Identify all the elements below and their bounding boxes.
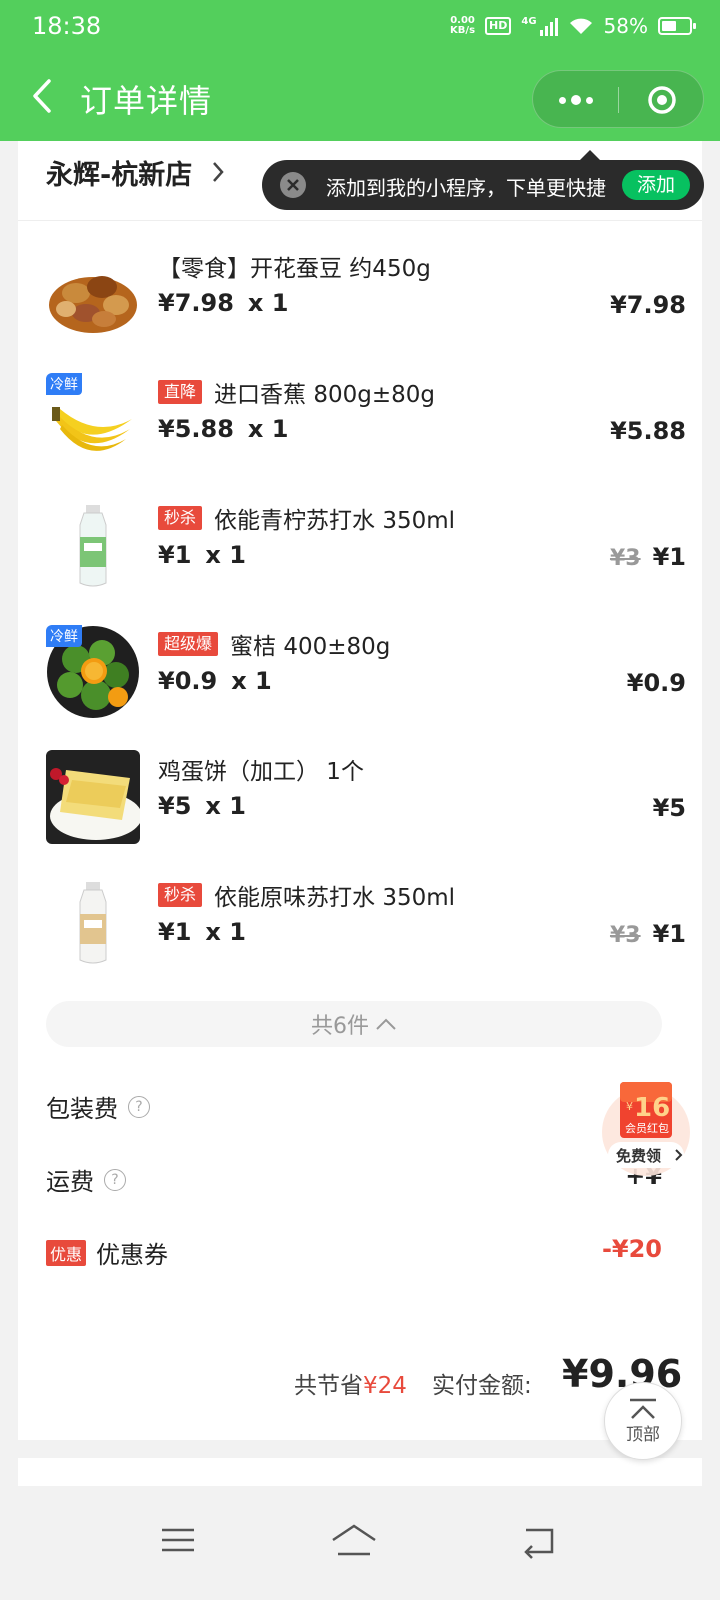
tooltip-close-button[interactable] bbox=[280, 172, 306, 198]
chevron-up-icon bbox=[376, 1018, 396, 1030]
shipping-fee-label: 运费 bbox=[46, 1168, 94, 1196]
promo-tag: 秒杀 bbox=[158, 883, 203, 907]
page-title: 订单详情 bbox=[80, 82, 213, 120]
network-speed-unit: KB/s bbox=[450, 25, 476, 36]
order-item: 【零食】开花蚕豆 约450g ¥7.98 x 1 ¥7.98 bbox=[46, 247, 686, 357]
item-unit-price: ¥5 x 1 bbox=[158, 792, 246, 820]
tooltip-text: 添加到我的小程序，下单更快捷 bbox=[326, 176, 606, 200]
item-image-egg-pancake bbox=[46, 750, 140, 844]
menu-icon bbox=[162, 1528, 194, 1552]
hd-icon: HD bbox=[485, 17, 512, 35]
signal-icon: 4G bbox=[521, 16, 558, 36]
item-unit-price: ¥7.98 x 1 bbox=[158, 289, 289, 317]
status-time: 18:38 bbox=[32, 12, 102, 40]
item-name: 超级爆 蜜桔 400±80g bbox=[158, 627, 390, 661]
order-item: 冷鲜 超级爆 蜜桔 400±80g ¥0.9 x 1 ¥0.9 bbox=[46, 625, 686, 735]
mini-program-capsule bbox=[532, 70, 704, 128]
status-bar: 18:38 0.00 KB/s HD 4G 58% bbox=[0, 0, 720, 56]
total-savings: 共节省¥24 bbox=[294, 1373, 407, 1399]
back-system-button[interactable] bbox=[518, 1520, 558, 1560]
target-close-icon bbox=[648, 86, 676, 114]
item-image-banana: 冷鲜 bbox=[46, 373, 140, 467]
more-dots-icon bbox=[559, 96, 566, 104]
packaging-fee-label: 包装费 bbox=[46, 1095, 118, 1123]
item-name: 秒杀 依能原味苏打水 350ml bbox=[158, 878, 455, 912]
original-price: ¥3 bbox=[609, 923, 641, 948]
red-packet-amount: 16 bbox=[634, 1093, 670, 1123]
coupon-badge: 优惠 bbox=[46, 1239, 87, 1266]
item-total: ¥5.88 bbox=[610, 417, 686, 445]
item-image-original-soda bbox=[46, 876, 140, 970]
back-to-top-button[interactable]: 顶部 bbox=[604, 1382, 682, 1460]
original-price: ¥3 bbox=[609, 546, 641, 571]
nav-bar: 订单详情 bbox=[0, 56, 720, 141]
wifi-icon bbox=[569, 18, 592, 34]
system-nav-bar bbox=[0, 1486, 720, 1600]
red-packet-cta: 免费领 bbox=[616, 1147, 661, 1165]
item-name: 秒杀 依能青柠苏打水 350ml bbox=[158, 501, 455, 535]
item-total: ¥3 ¥1 bbox=[609, 543, 686, 571]
member-red-packet-float[interactable]: ¥ 16 会员红包 免费领 bbox=[596, 1080, 696, 1180]
promo-tag: 超级爆 bbox=[158, 632, 219, 656]
order-item: 秒杀 依能原味苏打水 350ml ¥1 x 1 ¥3 ¥1 bbox=[46, 876, 686, 986]
status-icons: 0.00 KB/s HD 4G 58% bbox=[450, 14, 696, 38]
order-item: 秒杀 依能青柠苏打水 350ml ¥1 x 1 ¥3 ¥1 bbox=[46, 499, 686, 609]
cold-fresh-tag: 冷鲜 bbox=[46, 373, 82, 395]
item-unit-price: ¥0.9 x 1 bbox=[158, 667, 272, 695]
menu-button[interactable] bbox=[158, 1520, 198, 1560]
help-icon[interactable]: ? bbox=[128, 1095, 150, 1118]
payment-summary: 共节省¥24 实付金额: ¥9.96 bbox=[18, 1306, 702, 1440]
home-icon bbox=[332, 1524, 376, 1556]
item-unit-price: ¥1 x 1 bbox=[158, 541, 246, 569]
home-button[interactable] bbox=[330, 1520, 378, 1560]
item-image-fava-beans bbox=[46, 247, 140, 341]
item-name: 直降 进口香蕉 800g±80g bbox=[158, 375, 435, 409]
order-item: 冷鲜 直降 进口香蕉 800g±80g ¥5.88 x 1 ¥5.88 bbox=[46, 373, 686, 483]
item-name: 【零食】开花蚕豆 约450g bbox=[158, 256, 431, 282]
help-icon[interactable]: ? bbox=[104, 1168, 126, 1191]
item-total: ¥0.9 bbox=[626, 669, 686, 697]
promo-tag: 秒杀 bbox=[158, 506, 203, 530]
close-icon bbox=[287, 179, 299, 191]
coupon-label: 优惠券 bbox=[96, 1241, 169, 1269]
item-count-label: 共6件 bbox=[311, 1014, 369, 1039]
coupon-value: -¥20 bbox=[601, 1235, 662, 1263]
paid-amount-label: 实付金额: bbox=[432, 1373, 532, 1399]
item-total: ¥7.98 bbox=[610, 291, 686, 319]
item-image-mandarin: 冷鲜 bbox=[46, 625, 140, 719]
network-speed: 0.00 KB/s bbox=[450, 16, 475, 36]
back-button[interactable] bbox=[22, 74, 62, 118]
item-name: 鸡蛋饼（加工） 1个 bbox=[158, 759, 364, 785]
red-packet-label: 会员红包 bbox=[625, 1122, 669, 1135]
more-button[interactable] bbox=[533, 71, 619, 129]
item-total: ¥5 bbox=[652, 794, 686, 822]
close-button[interactable] bbox=[619, 71, 705, 129]
promo-tag: 直降 bbox=[158, 380, 203, 404]
signal-type: 4G bbox=[521, 16, 537, 27]
red-packet-icon: ¥ 16 会员红包 免费领 bbox=[602, 1082, 690, 1176]
battery-icon bbox=[658, 17, 696, 35]
store-name: 永辉-杭新店 bbox=[46, 160, 193, 191]
shipping-fee-row: 运费 ? +¥ bbox=[46, 1158, 662, 1198]
cold-fresh-tag: 冷鲜 bbox=[46, 625, 82, 647]
back-to-top-label: 顶部 bbox=[626, 1424, 660, 1445]
item-unit-price: ¥1 x 1 bbox=[158, 918, 246, 946]
order-item: 鸡蛋饼（加工） 1个 ¥5 x 1 ¥5 bbox=[46, 750, 686, 860]
arrow-up-bar-icon bbox=[630, 1398, 656, 1419]
coupon-row[interactable]: 优惠 优惠券 -¥20 bbox=[46, 1231, 662, 1271]
item-total: ¥3 ¥1 bbox=[609, 920, 686, 948]
battery-percent: 58% bbox=[603, 14, 648, 38]
back-arrow-icon bbox=[33, 79, 51, 113]
item-image-lime-soda bbox=[46, 499, 140, 593]
packaging-fee-row: 包装费 ? ¥ bbox=[46, 1085, 662, 1125]
add-to-my-miniprogram-tooltip: 添加到我的小程序，下单更快捷 添加 bbox=[262, 150, 704, 210]
tooltip-add-button[interactable]: 添加 bbox=[622, 170, 690, 200]
item-unit-price: ¥5.88 x 1 bbox=[158, 415, 289, 443]
back-system-icon bbox=[524, 1528, 554, 1559]
item-count-toggle[interactable]: 共6件 bbox=[46, 1001, 662, 1047]
app-header: 18:38 0.00 KB/s HD 4G 58% 订单详情 bbox=[0, 0, 720, 141]
chevron-right-icon bbox=[210, 159, 226, 189]
svg-text:¥: ¥ bbox=[626, 1100, 633, 1113]
